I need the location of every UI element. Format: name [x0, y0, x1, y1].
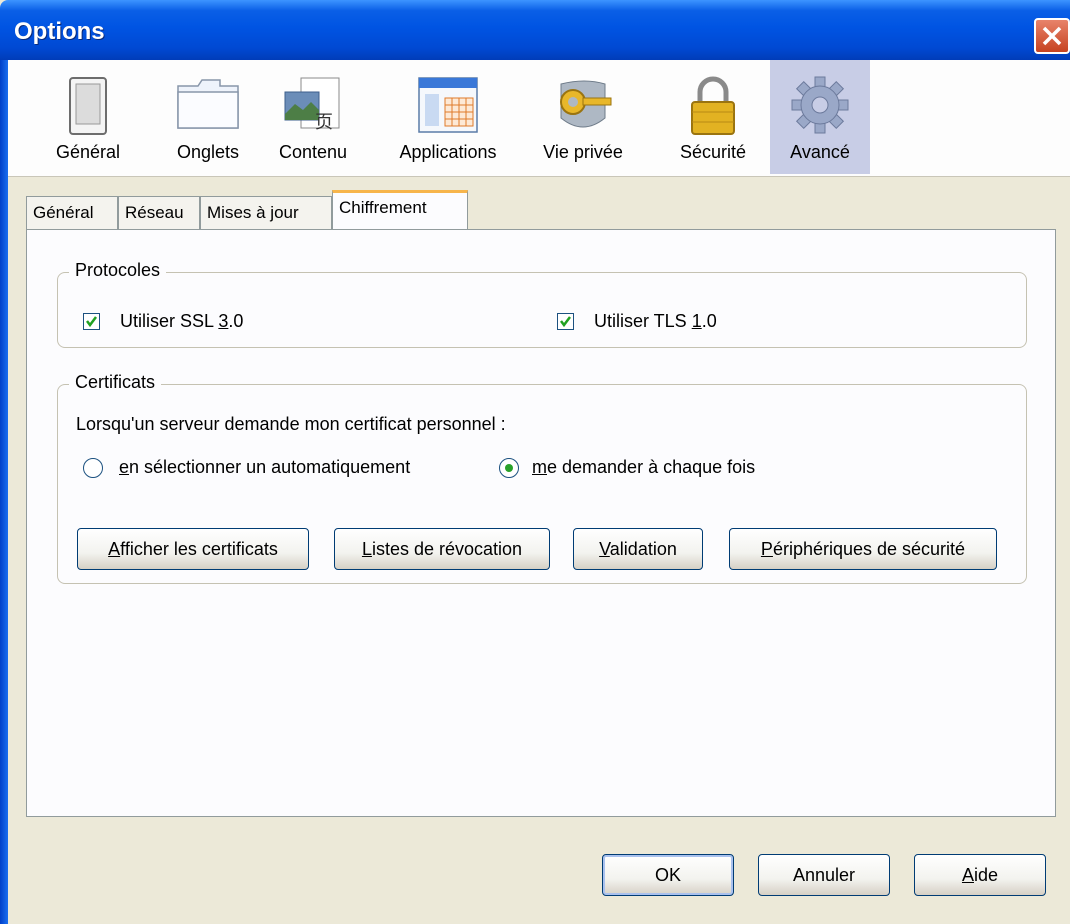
preferences-toolbar: Général Onglets 页 Contenu Applications V… — [8, 60, 1070, 177]
radio-auto-label: en sélectionner un automatiquement — [119, 457, 411, 477]
privacy-key-icon — [560, 80, 612, 128]
toolbar-label: Vie privée — [543, 142, 623, 162]
view-certificates-button[interactable]: Afficher les certificats — [77, 528, 309, 570]
ok-button[interactable]: OK — [602, 854, 734, 896]
toolbar-tabs[interactable]: Onglets — [153, 60, 263, 174]
toolbar-label: Avancé — [790, 142, 850, 162]
tab-label: Réseau — [125, 203, 184, 222]
checkmark-icon — [86, 316, 97, 328]
general-switch-icon — [69, 77, 107, 135]
help-button[interactable]: Aide — [914, 854, 1046, 896]
radio-ask-every-time[interactable] — [499, 458, 519, 478]
gear-icon — [791, 76, 849, 134]
window-border — [0, 60, 8, 924]
radio-auto-select[interactable] — [83, 458, 103, 478]
radio-ask-label: me demander à chaque fois — [532, 457, 756, 477]
encryption-panel: Protocoles Utiliser SSL 3.0 Utiliser TLS… — [26, 229, 1056, 817]
svg-text:页: 页 — [315, 112, 333, 133]
tab-network[interactable]: Réseau — [118, 196, 200, 230]
radio-selected-dot — [505, 464, 513, 472]
protocols-group — [57, 272, 1027, 348]
toolbar-label: Sécurité — [679, 142, 747, 162]
toolbar-privacy[interactable]: Vie privée — [528, 60, 638, 174]
tls-checkbox[interactable] — [557, 313, 574, 330]
toolbar-applications[interactable]: Applications — [378, 60, 518, 174]
tabs-folder-icon — [177, 79, 239, 129]
tls-label: Utiliser TLS 1.0 — [594, 311, 717, 331]
toolbar-security[interactable]: Sécurité — [663, 60, 763, 174]
window-title: Options — [14, 18, 105, 45]
ssl-label: Utiliser SSL 3.0 — [120, 311, 244, 331]
ssl-checkbox[interactable] — [83, 313, 100, 330]
security-devices-button[interactable]: Périphériques de sécurité — [729, 528, 997, 570]
toolbar-advanced[interactable]: Avancé — [770, 60, 870, 174]
revocation-lists-button[interactable]: Listes de révocation — [334, 528, 550, 570]
cancel-button[interactable]: Annuler — [758, 854, 890, 896]
content-icon: 页 — [284, 77, 340, 133]
checkmark-icon — [560, 316, 571, 328]
tab-updates[interactable]: Mises à jour — [200, 196, 332, 230]
close-button[interactable] — [1034, 18, 1070, 54]
toolbar-label: Contenu — [278, 142, 348, 162]
validation-button[interactable]: Validation — [573, 528, 703, 570]
options-window: Options Général Onglets 页 Contenu Applic… — [0, 0, 1070, 924]
title-bar: Options — [0, 0, 1070, 60]
tab-encryption[interactable]: Chiffrement — [332, 190, 468, 230]
toolbar-label: Onglets — [176, 142, 240, 162]
protocols-legend: Protocoles — [69, 260, 167, 281]
toolbar-label: Applications — [399, 142, 497, 162]
applications-window-icon — [418, 77, 478, 133]
toolbar-general[interactable]: Général — [38, 60, 138, 174]
tab-label: Général — [33, 203, 94, 222]
padlock-icon — [691, 76, 735, 135]
certificate-prompt: Lorsqu'un serveur demande mon certificat… — [76, 414, 506, 434]
close-icon — [1042, 26, 1062, 46]
tab-general[interactable]: Général — [26, 196, 118, 230]
certificates-legend: Certificats — [69, 372, 162, 393]
tab-label: Mises à jour — [207, 203, 299, 222]
toolbar-content[interactable]: 页 Contenu — [263, 60, 363, 174]
tab-label: Chiffrement — [339, 198, 427, 217]
toolbar-label: Général — [55, 142, 121, 162]
